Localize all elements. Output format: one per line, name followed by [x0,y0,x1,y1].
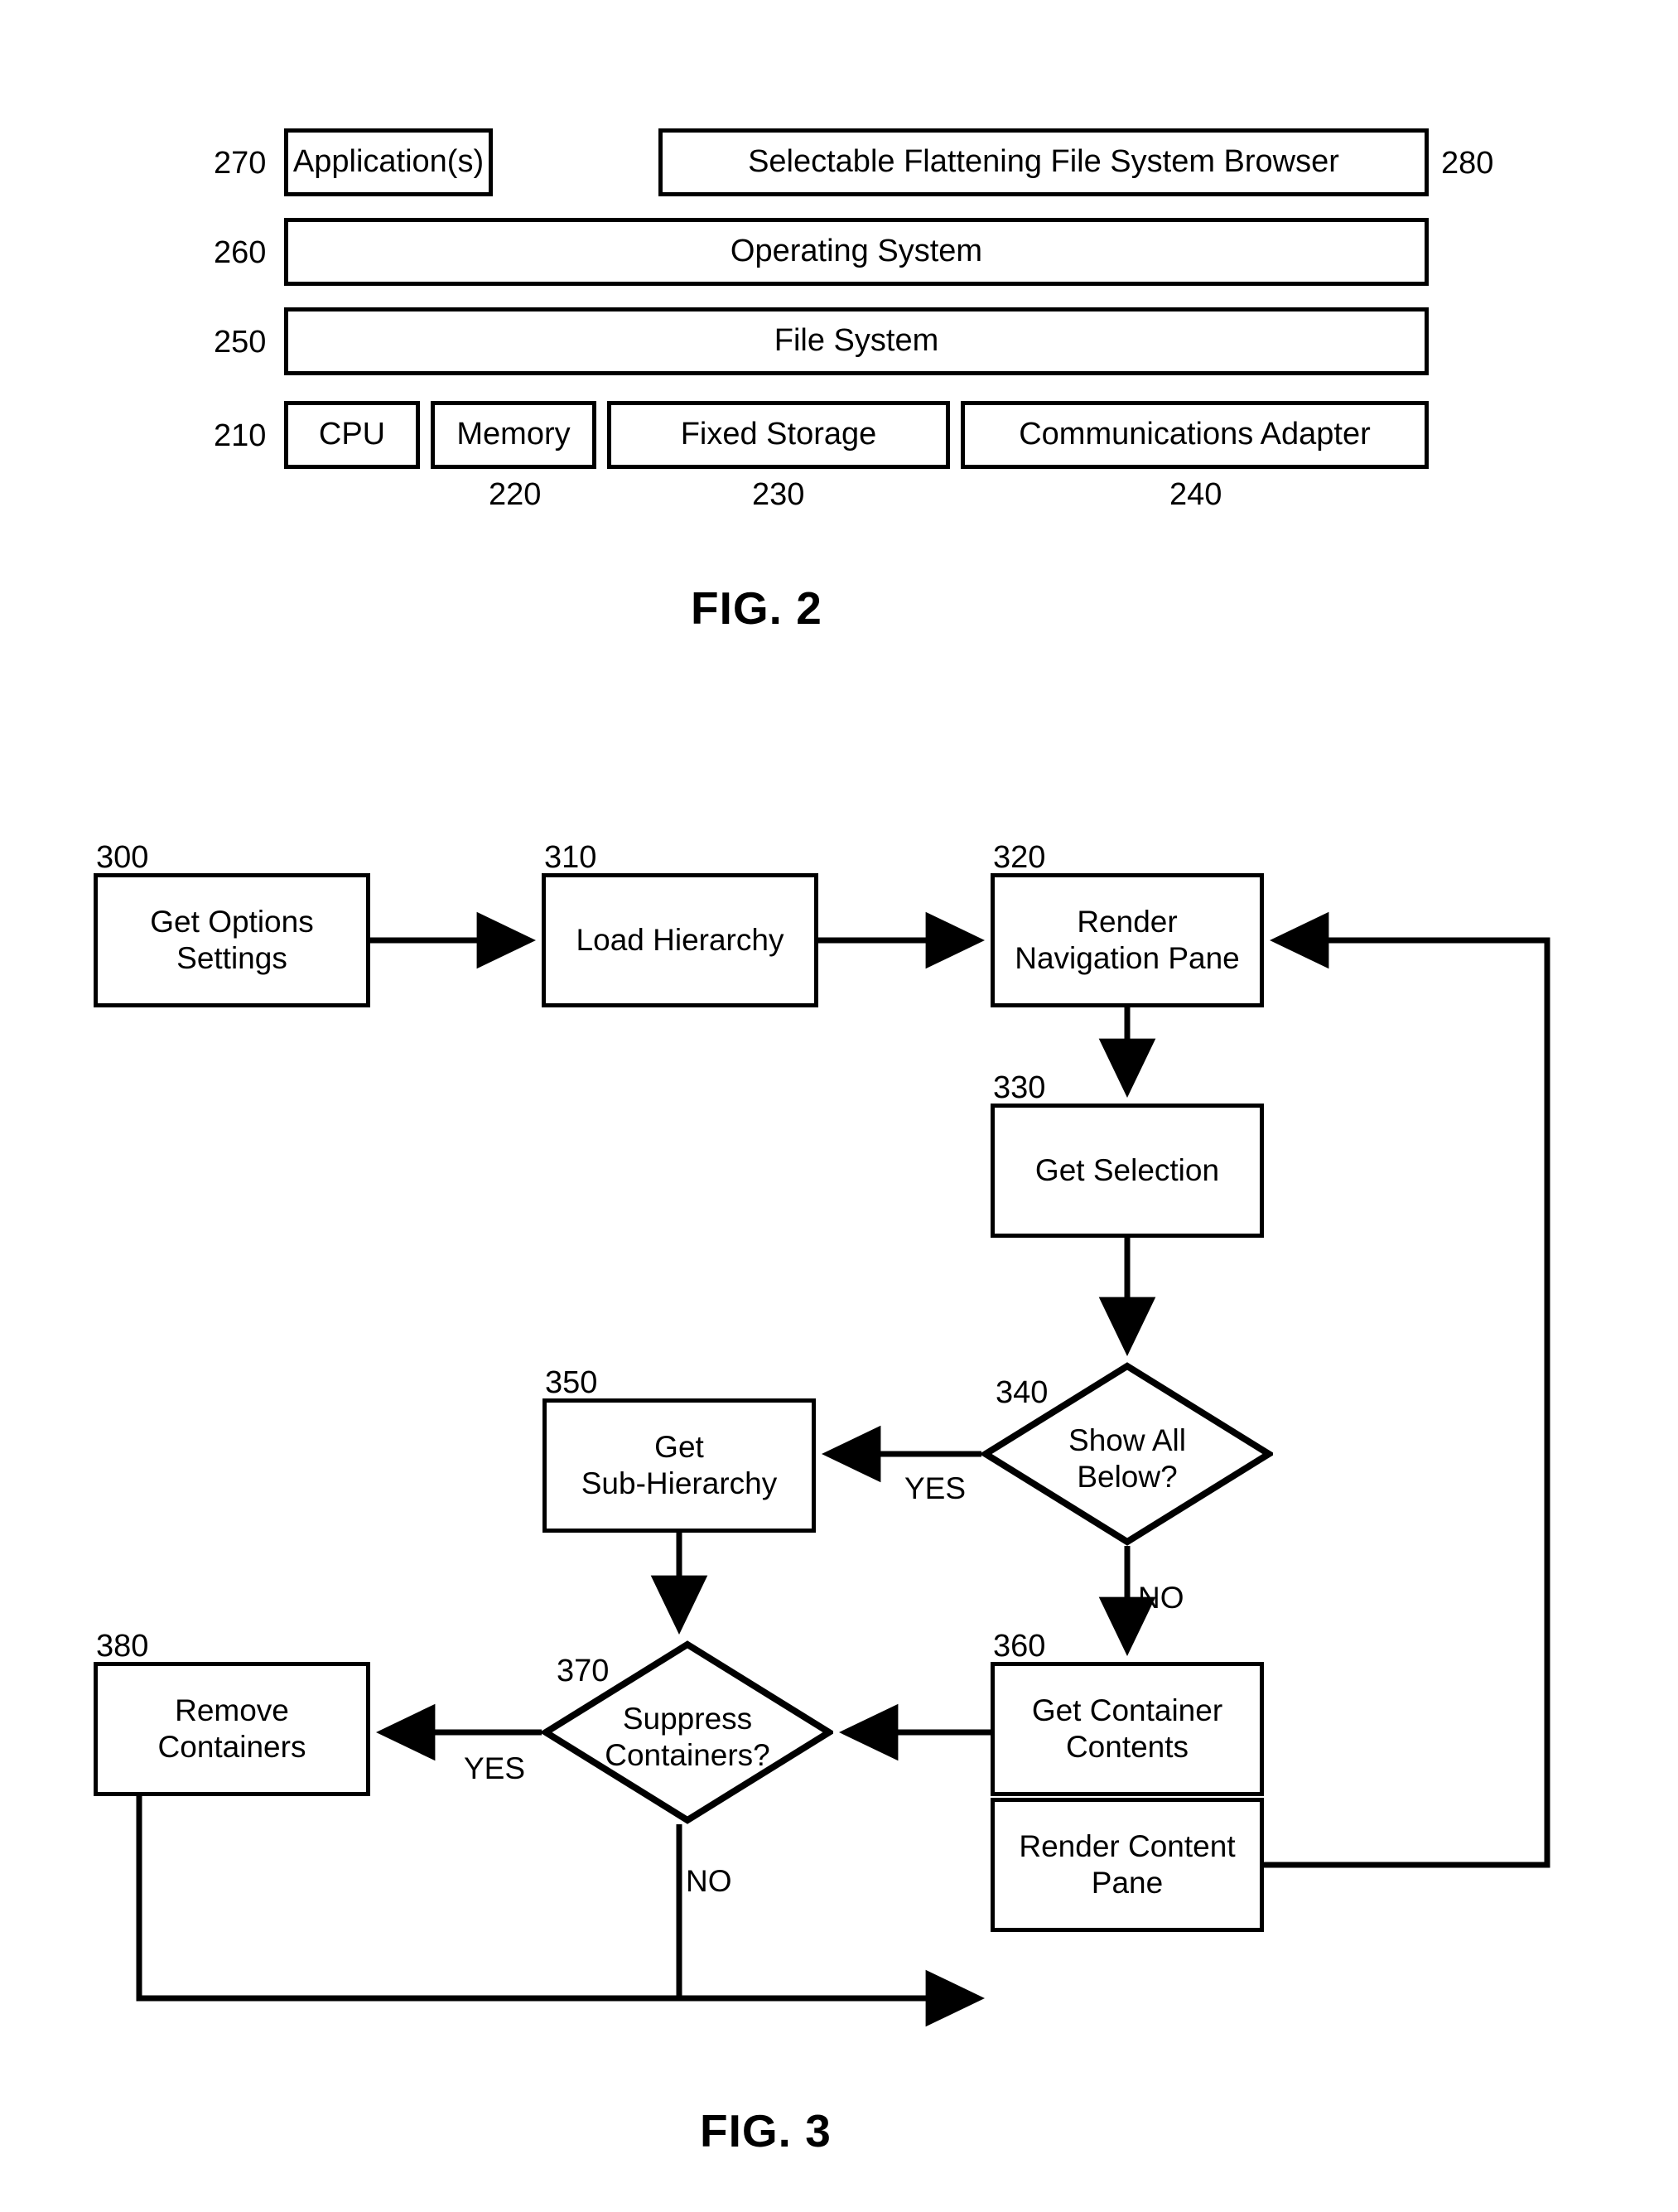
ref-numeral-310: 310 [544,840,597,875]
block-operating-system-label: Operating System [730,234,983,269]
flow-node-get-sub-hierarchy: Get Sub-Hierarchy [542,1398,816,1533]
ref-numeral-230: 230 [752,477,805,512]
flow-node-render-content-pane: Render Content Pane [991,1798,1264,1932]
block-communications-adapter-label: Communications Adapter [1019,417,1371,452]
edge-370-no-to-390 [676,1824,986,2027]
block-cpu: CPU [284,401,420,469]
edge-390-feedback-to-320 [1264,911,1550,1868]
ref-numeral-330: 330 [993,1070,1046,1105]
edge-label-370-yes: YES [464,1751,526,1785]
figure-2: 270 280 260 250 210 220 230 240 Applicat… [0,0,1678,688]
edge-label-340-yes: YES [904,1471,967,1505]
flow-node-310-label: Load Hierarchy [576,923,784,958]
block-cpu-label: CPU [318,417,386,452]
flow-node-320-label: Render Navigation Pane [1015,905,1240,975]
block-operating-system: Operating System [284,218,1429,286]
block-applications-label: Application(s) [292,144,485,180]
block-browser-label: Selectable Flattening File System Browse… [748,144,1339,180]
ref-numeral-270: 270 [214,146,267,181]
flow-node-get-selection: Get Selection [991,1104,1264,1238]
flow-node-360-label: Get Container Contents [1031,1693,1223,1764]
flow-node-get-container-contents: Get Container Contents [991,1662,1264,1796]
flow-node-330-label: Get Selection [1034,1153,1220,1188]
flow-node-380-label: Remove Containers [157,1693,306,1764]
ref-numeral-300: 300 [96,840,149,875]
block-memory: Memory [431,401,596,469]
figure-3-caption: FIG. 3 [700,2105,832,2156]
ref-numeral-360: 360 [993,1629,1046,1664]
ref-numeral-250: 250 [214,325,267,360]
flow-node-suppress-containers-shape [542,1640,833,1824]
block-memory-label: Memory [456,417,571,452]
ref-numeral-380: 380 [96,1629,149,1664]
ref-numeral-260: 260 [214,235,267,270]
flow-node-remove-containers: Remove Containers [94,1662,370,1796]
block-selectable-flattening-file-system-browser: Selectable Flattening File System Browse… [658,128,1429,196]
ref-numeral-210: 210 [214,418,267,453]
ref-numeral-240: 240 [1169,477,1222,512]
block-fixed-storage: Fixed Storage [607,401,950,469]
ref-numeral-280: 280 [1441,146,1494,181]
edge-label-340-no: NO [1138,1581,1184,1615]
block-applications: Application(s) [284,128,493,196]
edge-label-370-no: NO [686,1864,732,1898]
flow-node-render-navigation-pane: Render Navigation Pane [991,873,1264,1007]
flow-node-get-options-settings: Get Options Settings [94,873,370,1007]
edge-380-to-390 [136,1796,679,2002]
block-fixed-storage-label: Fixed Storage [680,417,877,452]
block-file-system: File System [284,307,1429,375]
flow-node-350-label: Get Sub-Hierarchy [581,1430,778,1500]
figure-2-caption: FIG. 2 [691,582,822,634]
ref-numeral-220: 220 [489,477,542,512]
flow-node-load-hierarchy: Load Hierarchy [542,873,818,1007]
block-communications-adapter: Communications Adapter [961,401,1429,469]
flow-node-show-all-below-shape [981,1362,1273,1546]
flow-node-390-label: Render Content Pane [1019,1829,1236,1900]
flow-node-300-label: Get Options Settings [150,905,314,975]
ref-numeral-320: 320 [993,840,1046,875]
figure-3: 300 310 320 330 340 350 360 370 380 390 … [0,812,1678,2212]
ref-numeral-350: 350 [545,1365,598,1400]
block-file-system-label: File System [774,323,939,359]
